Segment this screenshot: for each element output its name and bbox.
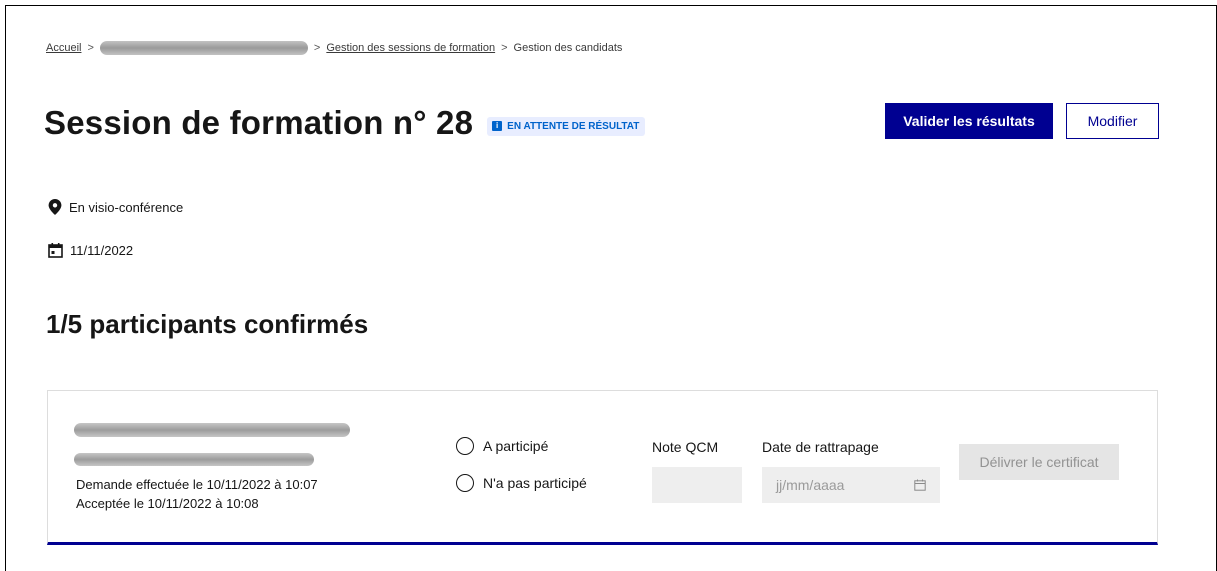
info-icon: i (492, 121, 503, 131)
request-info: Demande effectuée le 10/11/2022 à 10:07 … (76, 475, 318, 513)
calendar-picker-icon[interactable] (914, 479, 926, 491)
location-text: En visio-conférence (69, 199, 184, 215)
retake-date-input[interactable]: jj/mm/aaaa (762, 467, 940, 503)
request-date-text: Demande effectuée le 10/11/2022 à 10:07 (76, 477, 318, 492)
status-badge: i EN ATTENTE DE RÉSULTAT (487, 116, 646, 136)
radio-participated-label: A participé (483, 438, 549, 454)
radio-button[interactable] (456, 437, 474, 455)
status-badge-label: EN ATTENTE DE RÉSULTAT (507, 120, 640, 132)
location-info: En visio-conférence (48, 199, 183, 215)
redacted-participant-name (74, 423, 350, 437)
edit-button[interactable]: Modifier (1066, 103, 1159, 139)
radio-button[interactable] (456, 474, 474, 492)
retake-date-label: Date de rattrapage (762, 439, 879, 455)
session-date-text: 11/11/2022 (70, 243, 134, 258)
participant-card: Demande effectuée le 10/11/2022 à 10:07 … (47, 390, 1158, 545)
breadcrumb-home-link[interactable]: Accueil (46, 42, 81, 54)
date-info: 11/11/2022 (48, 243, 133, 258)
qcm-label: Note QCM (652, 439, 719, 455)
breadcrumb-separator: > (501, 42, 508, 54)
map-pin-icon (48, 199, 62, 215)
accepted-date-text: Acceptée le 10/11/2022 à 10:08 (76, 496, 259, 511)
breadcrumb-separator: > (87, 42, 94, 54)
title-row: Session de formation n° 28 i EN ATTENTE … (44, 104, 646, 142)
participants-heading: 1/5 participants confirmés (46, 309, 369, 339)
radio-not-participated-label: N'a pas participé (483, 475, 587, 491)
deliver-certificate-button[interactable]: Délivrer le certificat (959, 444, 1119, 480)
breadcrumb-redacted-link[interactable] (99, 41, 308, 55)
breadcrumb: Accueil > > Gestion des sessions de form… (46, 41, 622, 55)
attendance-radio-group: A participé N'a pas participé (456, 437, 587, 511)
redacted-participant-detail (74, 453, 314, 466)
radio-not-participated[interactable]: N'a pas participé (456, 474, 587, 492)
breadcrumb-current: Gestion des candidats (513, 42, 623, 54)
breadcrumb-separator: > (313, 42, 321, 54)
breadcrumb-sessions-link[interactable]: Gestion des sessions de formation (326, 42, 495, 54)
radio-participated[interactable]: A participé (456, 437, 587, 455)
qcm-score-input[interactable] (652, 467, 742, 503)
retake-date-placeholder: jj/mm/aaaa (776, 477, 845, 493)
page-title: Session de formation n° 28 (44, 104, 474, 141)
validate-results-button[interactable]: Valider les résultats (885, 103, 1053, 139)
calendar-icon (48, 243, 63, 258)
